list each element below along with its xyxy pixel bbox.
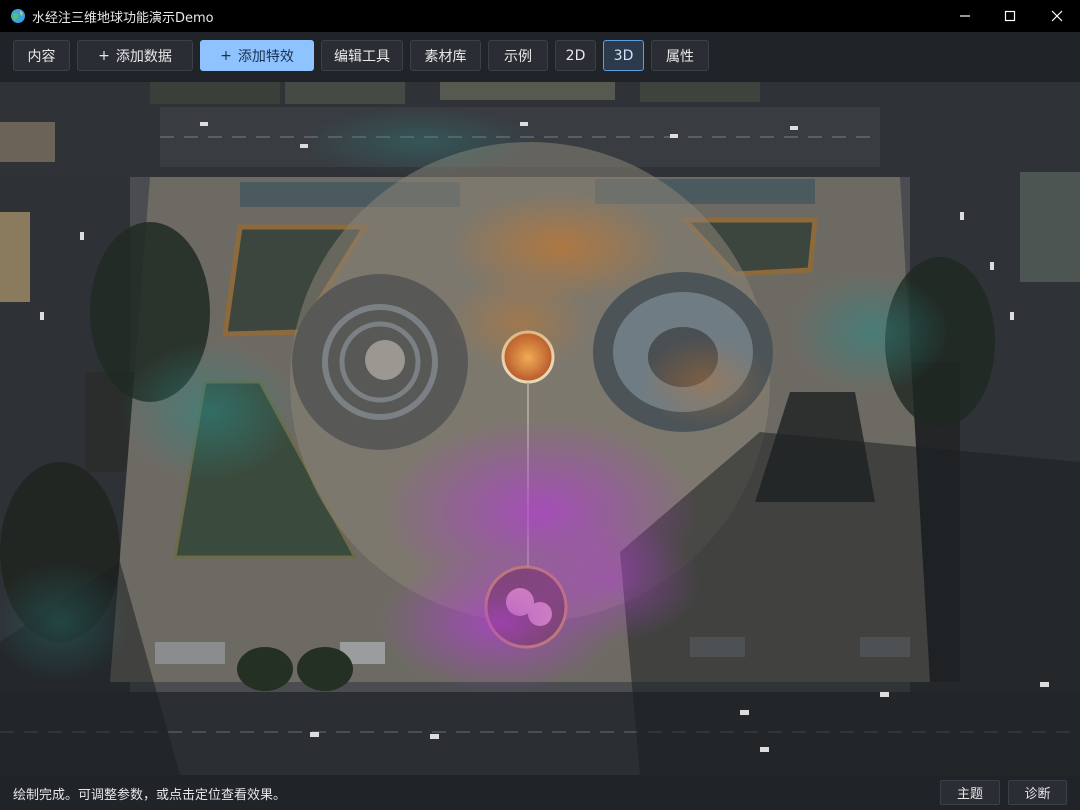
add-effect-button[interactable]: + 添加特效 xyxy=(200,40,314,71)
theme-button[interactable]: 主题 xyxy=(940,780,1000,805)
status-message: 绘制完成。可调整参数，或点击定位查看效果。 xyxy=(13,788,287,803)
close-button[interactable] xyxy=(1034,0,1080,32)
add-data-button[interactable]: + 添加数据 xyxy=(77,40,193,71)
content-button-label: 内容 xyxy=(27,48,56,65)
window-title: 水经注三维地球功能演示Demo xyxy=(32,10,214,26)
examples-label: 示例 xyxy=(504,48,532,65)
properties-button[interactable]: 属性 xyxy=(651,40,709,71)
theme-button-label: 主题 xyxy=(956,787,983,802)
content-button[interactable]: 内容 xyxy=(13,40,70,71)
view-2d-button[interactable]: 2D xyxy=(555,40,596,71)
app-window: 水经注三维地球功能演示Demo 内容 + 添加数据 + 添加特效 编辑工具 素材… xyxy=(0,0,1080,810)
material-library-button[interactable]: 素材库 xyxy=(410,40,481,71)
diagnose-button[interactable]: 诊断 xyxy=(1008,780,1067,805)
examples-button[interactable]: 示例 xyxy=(488,40,548,71)
edit-tools-button[interactable]: 编辑工具 xyxy=(321,40,403,71)
map-viewport[interactable] xyxy=(0,82,1080,775)
status-bar: 绘制完成。可调整参数，或点击定位查看效果。 主题 诊断 xyxy=(0,775,1080,810)
properties-label: 属性 xyxy=(666,48,694,65)
globe-icon xyxy=(11,9,25,23)
view-2d-label: 2D xyxy=(565,47,586,64)
maximize-button[interactable] xyxy=(987,0,1033,32)
aerial-scene xyxy=(0,82,1080,775)
minimize-button[interactable] xyxy=(942,0,988,32)
edit-tools-label: 编辑工具 xyxy=(334,48,390,65)
view-3d-label: 3D xyxy=(613,47,634,64)
close-icon xyxy=(1051,10,1063,22)
add-effect-label: 添加特效 xyxy=(237,48,294,65)
maximize-icon xyxy=(1004,10,1016,22)
title-bar: 水经注三维地球功能演示Demo xyxy=(0,0,1080,32)
diagnose-button-label: 诊断 xyxy=(1024,787,1051,802)
main-toolbar: 内容 + 添加数据 + 添加特效 编辑工具 素材库 示例 2D 3D 属性 xyxy=(0,32,1080,82)
minimize-icon xyxy=(960,15,970,17)
plus-icon: + xyxy=(98,47,110,64)
add-data-label: 添加数据 xyxy=(115,48,172,65)
material-library-label: 素材库 xyxy=(424,48,467,65)
view-3d-button[interactable]: 3D xyxy=(603,40,644,71)
plus-icon: + xyxy=(220,47,232,64)
